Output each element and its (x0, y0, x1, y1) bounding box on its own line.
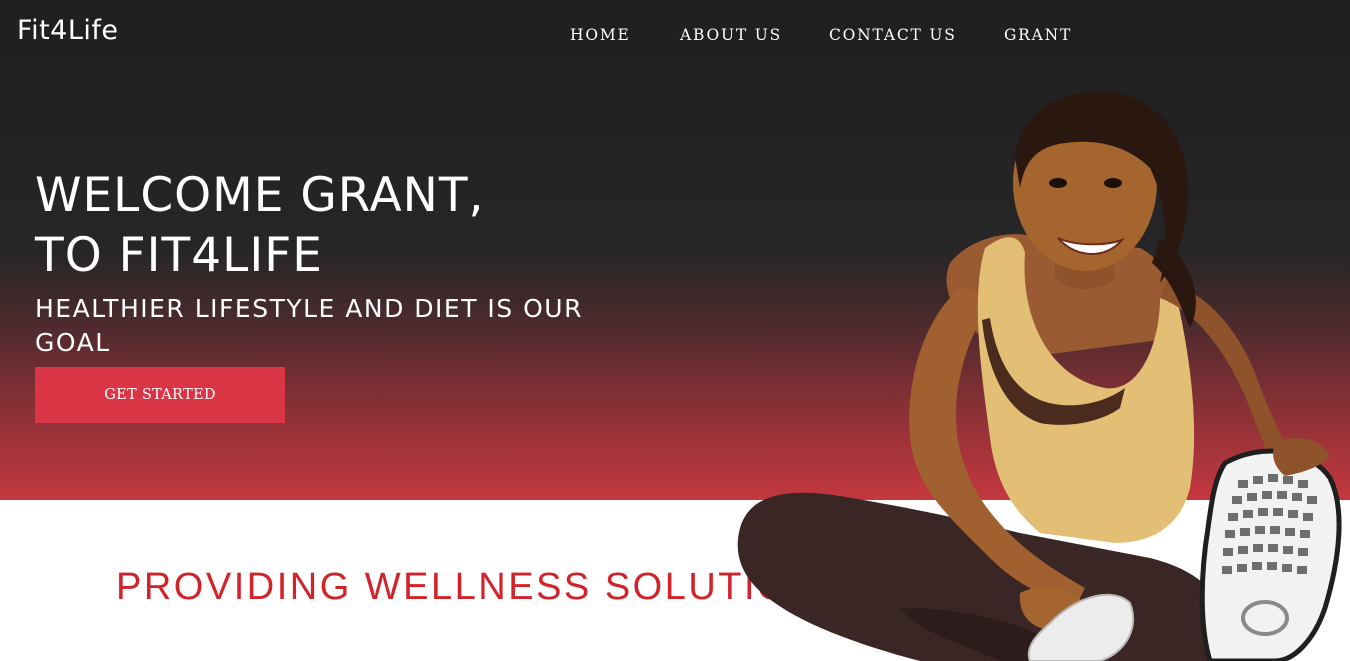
get-started-button[interactable]: GET STARTED (35, 367, 285, 423)
sneaker-sole (1199, 448, 1342, 661)
right-eye (1104, 178, 1122, 188)
hero-title-line-1: WELCOME GRANT, (35, 168, 485, 223)
hero-title: WELCOME GRANT, TO FIT4LIFE (35, 166, 484, 286)
left-eye (1049, 178, 1067, 188)
brand-logo[interactable]: Fit4Life (17, 15, 119, 46)
nav-contact-us[interactable]: CONTACT US (829, 26, 957, 44)
nav-home[interactable]: HOME (570, 26, 631, 44)
woman-stretching-photo (737, 91, 1342, 661)
top-navbar: Fit4Life HOME ABOUT US CONTACT US GRANT (0, 0, 1350, 70)
nav-grant[interactable]: GRANT (1004, 26, 1072, 44)
hero-title-line-2: TO FIT4LIFE (35, 228, 323, 283)
hero-subtitle: HEALTHIER LIFESTYLE AND DIET IS OUR GOAL (35, 294, 583, 357)
nav-about-us[interactable]: ABOUT US (680, 26, 782, 44)
